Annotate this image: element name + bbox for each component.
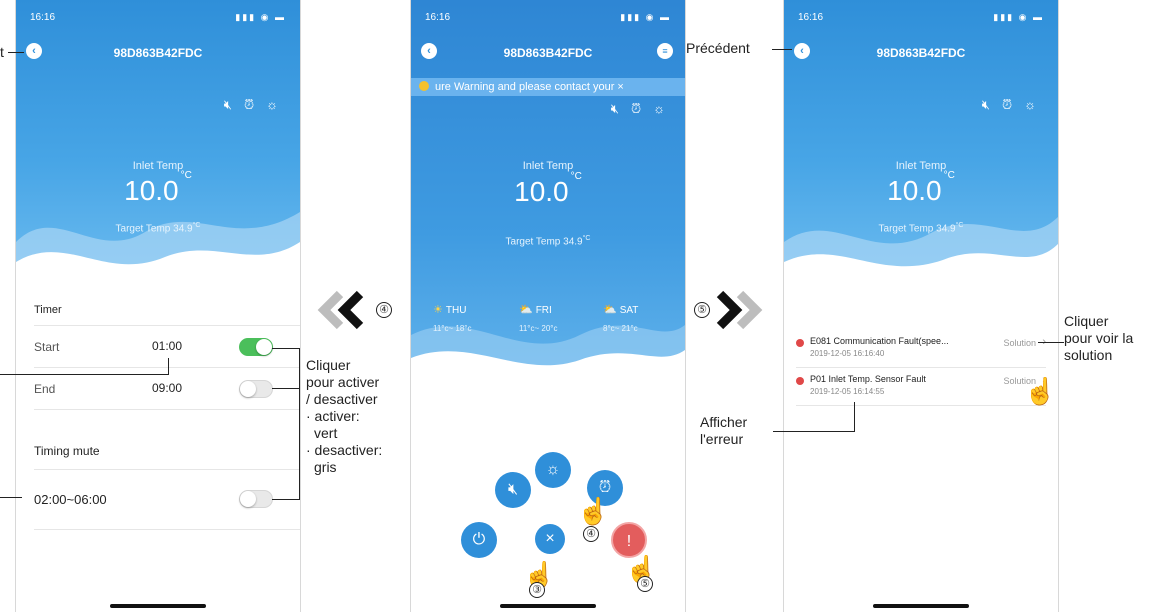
inlet-temp-value: 10.0 °C xyxy=(887,169,955,206)
start-time-value[interactable]: 01:00 xyxy=(152,339,182,353)
error-row[interactable]: P01 Inlet Temp. Sensor Fault 2019-12-05 … xyxy=(796,372,1046,406)
home-indicator xyxy=(110,604,206,608)
forecast-day-sat: ⛅ SAT 8°c~ 21°c xyxy=(603,304,639,333)
start-label: Start xyxy=(34,340,60,354)
timing-mute-title: Timing mute xyxy=(34,430,300,470)
forecast-day-thu: ☀ THU 11°c~ 18°c xyxy=(433,304,472,333)
annotation-line xyxy=(0,374,168,375)
start-toggle[interactable] xyxy=(239,338,273,356)
device-title: 98D863B42FDC xyxy=(503,46,593,60)
sun-icon: ☀ xyxy=(433,304,443,316)
power-button[interactable]: ⏻ xyxy=(461,522,497,558)
signal-battery-icon: ▮▮▮ ◉ ▬ xyxy=(993,12,1044,22)
inlet-temp-value: 10.0 °C xyxy=(514,170,582,207)
error-time: 2019-12-05 16:14:55 xyxy=(810,387,885,396)
annotation-back-fragment: t xyxy=(0,44,4,60)
partly-cloudy-icon: ⛅ xyxy=(603,304,617,316)
home-indicator xyxy=(873,604,969,608)
pointing-hand-icon: ☝ xyxy=(1024,376,1057,406)
status-bar: 16:16 ▮▮▮ ◉ ▬ xyxy=(425,12,671,23)
mute-icon[interactable]: 🔇︎ xyxy=(224,97,232,112)
timer-section-title: Timer xyxy=(34,296,300,326)
target-temp: Target Temp 34.9°C xyxy=(505,235,591,248)
start-row[interactable]: Start 01:00 xyxy=(34,326,300,368)
annotation-error-note: Afficher l'erreur xyxy=(700,414,748,447)
solution-link[interactable]: Solution xyxy=(1003,338,1036,348)
error-title: P01 Inlet Temp. Sensor Fault xyxy=(810,374,926,384)
mute-range-row[interactable]: 02:00~06:00 xyxy=(34,470,300,530)
target-temp: Target Temp 34.9°C xyxy=(115,222,201,235)
step-5-marker: ⑤ xyxy=(694,302,710,318)
mute-toggle[interactable] xyxy=(239,490,273,508)
device-title: 98D863B42FDC xyxy=(876,46,966,60)
step-4-marker: ④ xyxy=(376,302,392,318)
sun-icon[interactable]: ☼ xyxy=(266,97,278,112)
phone-error-screen: 16:16 ▮▮▮ ◉ ▬ ‹ 98D863B42FDC 🔇︎ ⏰︎ ☼ Inlet… xyxy=(783,0,1059,612)
alarm-clock-icon[interactable]: ⏰︎ xyxy=(244,97,254,112)
signal-battery-icon: ▮▮▮ ◉ ▬ xyxy=(620,12,671,22)
inlet-temp-label: Inlet Temp xyxy=(132,160,184,172)
mute-icon[interactable]: 🔇︎ xyxy=(611,101,619,116)
mute-button[interactable]: 🔇︎ xyxy=(495,472,531,508)
back-arrow-step4-icon xyxy=(317,290,364,330)
error-dot-icon xyxy=(796,377,804,385)
alarm-clock-icon[interactable]: ⏰︎ xyxy=(631,101,641,116)
alarm-clock-icon[interactable]: ⏰︎ xyxy=(1002,97,1012,112)
end-toggle[interactable] xyxy=(239,380,273,398)
signal-battery-icon: ▮▮▮ ◉ ▬ xyxy=(235,12,286,22)
mute-icon[interactable]: 🔇︎ xyxy=(982,97,990,112)
menu-button[interactable]: ≡ xyxy=(657,43,673,59)
status-bar: 16:16 ▮▮▮ ◉ ▬ xyxy=(30,12,286,26)
close-menu-button[interactable]: × xyxy=(535,524,565,554)
phone-home-screen: 16:16 ▮▮▮ ◉ ▬ ‹ 98D863B42FDC ≡ ure Warni… xyxy=(410,0,686,612)
mute-range-value[interactable]: 02:00~06:00 xyxy=(34,492,107,507)
header-icons: 🔇︎ ⏰︎ ☼ xyxy=(599,101,665,117)
error-dot-icon xyxy=(796,339,804,347)
forward-arrow-step5-icon xyxy=(716,290,763,330)
header-icons: 🔇︎ ⏰︎ ☼ xyxy=(212,97,278,113)
partly-cloudy-icon: ⛅ xyxy=(519,304,533,316)
inlet-temp-label: Inlet Temp xyxy=(522,160,574,172)
device-title: 98D863B42FDC xyxy=(113,46,203,60)
pointing-hand-icon: ☝ xyxy=(577,496,610,526)
target-temp: Target Temp 34.9°C xyxy=(878,222,964,235)
home-indicator xyxy=(500,604,596,608)
end-time-value[interactable]: 09:00 xyxy=(152,381,182,395)
error-row[interactable]: E081 Communication Fault(spee... 2019-12… xyxy=(796,334,1046,368)
inlet-temp-label: Inlet Temp xyxy=(895,160,947,172)
header-icons: 🔇︎ ⏰︎ ☼ xyxy=(970,97,1036,113)
end-label: End xyxy=(34,382,56,396)
phone-timer-screen: 16:16 ▮▮▮ ◉ ▬ ‹ 98D863B42FDC 🔇︎ ⏰︎ ☼ Inlet… xyxy=(15,0,301,612)
wave-decoration xyxy=(411,325,685,390)
warning-banner[interactable]: ure Warning and please contact your × xyxy=(411,78,685,96)
sun-mode-button[interactable]: ☼ xyxy=(535,452,571,488)
annotation-toggle-note: Cliquer pour activer / desactiver · acti… xyxy=(306,357,383,475)
hero-header xyxy=(784,0,1058,292)
error-time: 2019-12-05 16:16:40 xyxy=(810,349,885,358)
annotation-precedent: Précédent xyxy=(686,40,750,56)
error-title: E081 Communication Fault(spee... xyxy=(810,336,949,346)
warning-icon xyxy=(419,81,429,91)
sun-icon[interactable]: ☼ xyxy=(1024,97,1036,112)
status-bar: 16:16 ▮▮▮ ◉ ▬ xyxy=(798,12,1044,23)
hero-header xyxy=(16,0,300,292)
error-alert-button[interactable]: ! xyxy=(611,522,647,558)
forecast-day-fri: ⛅ FRI 11°c~ 20°c xyxy=(519,304,558,333)
annotation-solution-note: Cliquer pour voir la solution xyxy=(1064,313,1134,363)
sun-icon[interactable]: ☼ xyxy=(653,101,665,116)
status-time: 16:16 xyxy=(30,12,56,23)
inlet-temp-value: 10.0 °C xyxy=(124,169,192,206)
